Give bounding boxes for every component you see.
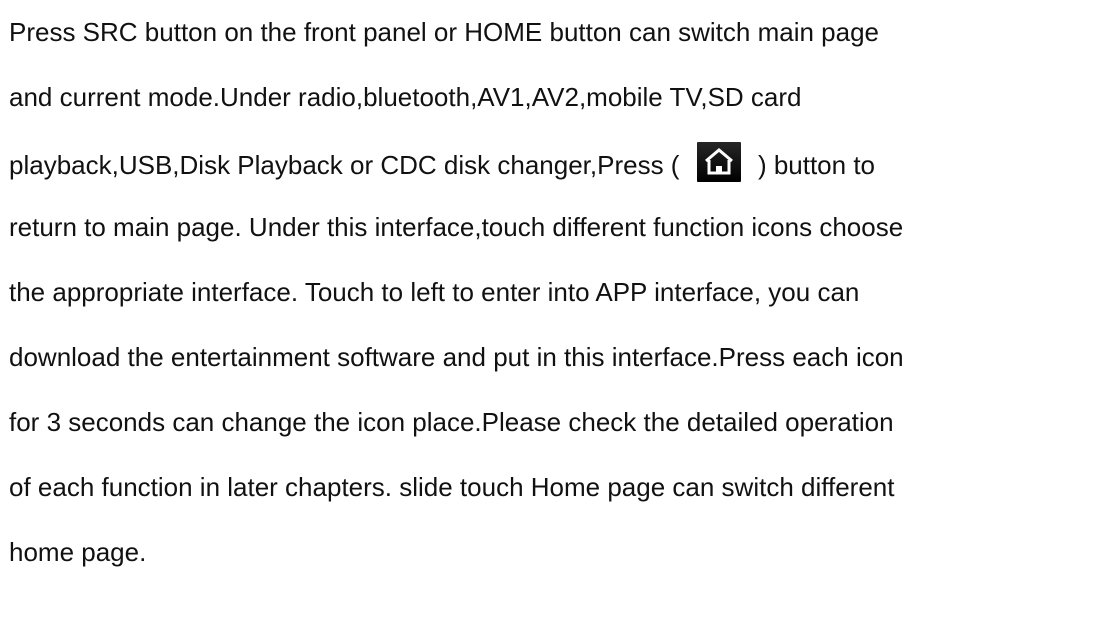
paragraph-line-8: of each function in later chapters. slid… xyxy=(9,472,895,502)
paragraph-line-3: playback,USB,Disk Playback or CDC disk c… xyxy=(9,142,876,187)
home-icon xyxy=(696,142,741,182)
paragraph-line-3-end: ) button to xyxy=(757,149,876,180)
paragraph-line-1: Press SRC button on the front panel or H… xyxy=(9,17,880,47)
paragraph-line-3-start: playback,USB,Disk Playback or CDC disk c… xyxy=(9,149,680,180)
paragraph-line-6: download the entertainment software and … xyxy=(9,342,904,372)
manual-page: Press SRC button on the front panel or H… xyxy=(0,0,1120,638)
paragraph-line-4: return to main page. Under this interfac… xyxy=(9,212,904,242)
paragraph-line-2: and current mode.Under radio,bluetooth,A… xyxy=(9,82,802,112)
paragraph-line-9: home page. xyxy=(9,537,147,567)
paragraph-line-5: the appropriate interface. Touch to left… xyxy=(9,277,860,307)
paragraph-line-7: for 3 seconds can change the icon place.… xyxy=(9,407,894,437)
